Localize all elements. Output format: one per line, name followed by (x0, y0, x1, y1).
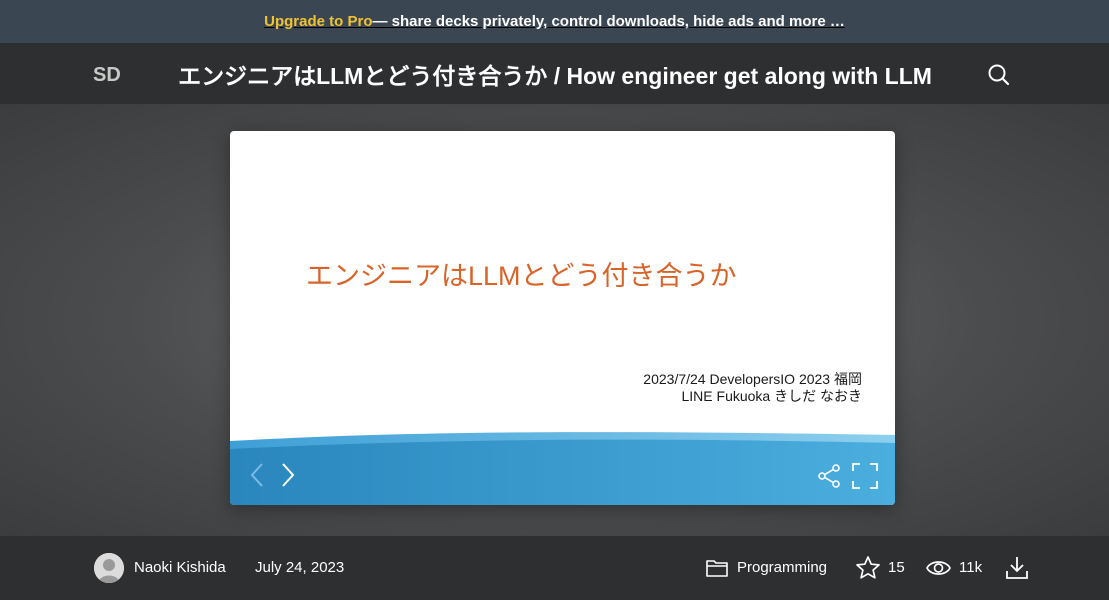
share-icon[interactable] (816, 462, 844, 490)
promo-banner[interactable]: Upgrade to Pro — share decks privately, … (0, 0, 1109, 43)
speakerdeck-logo[interactable]: SD (92, 61, 128, 87)
publish-date: July 24, 2023 (255, 559, 345, 576)
page-title: エンジニアはLLMとどう付き合うか / How engineer get alo… (178, 62, 932, 89)
avatar[interactable] (94, 553, 124, 583)
slide-controls (230, 449, 895, 501)
slide-title: エンジニアはLLMとどう付き合うか (306, 261, 737, 291)
promo-text[interactable]: — share decks privately, control downloa… (372, 13, 844, 30)
download-icon[interactable] (1003, 554, 1031, 582)
slide-viewer[interactable]: エンジニアはLLMとどう付き合うか 2023/7/24 DevelopersIO… (230, 131, 895, 505)
chevron-right-icon[interactable] (277, 461, 299, 489)
chevron-left-icon[interactable] (246, 461, 268, 489)
star-count: 15 (888, 559, 905, 576)
top-header: SD エンジニアはLLMとどう付き合うか / How engineer get … (0, 43, 1109, 104)
star-icon[interactable] (855, 555, 881, 581)
slide-meta-line-1: 2023/7/24 DevelopersIO 2023 福岡 (643, 371, 862, 387)
eye-icon (925, 556, 952, 580)
author-link[interactable]: Naoki Kishida (134, 559, 226, 576)
logo-text: SD (93, 64, 121, 85)
view-count: 11k (959, 559, 983, 576)
category-link[interactable]: Programming (737, 559, 827, 576)
upgrade-to-pro-link[interactable]: Upgrade to Pro (264, 13, 372, 30)
deck-footer: Naoki Kishida July 24, 2023 Programming … (0, 536, 1109, 600)
search-icon[interactable] (986, 62, 1012, 88)
slide-meta: 2023/7/24 DevelopersIO 2023 福岡 LINE Fuku… (442, 371, 862, 405)
fullscreen-icon[interactable] (850, 462, 880, 490)
slide-meta-line-2: LINE Fukuoka きしだ なおき (681, 388, 863, 404)
folder-icon (705, 557, 729, 579)
